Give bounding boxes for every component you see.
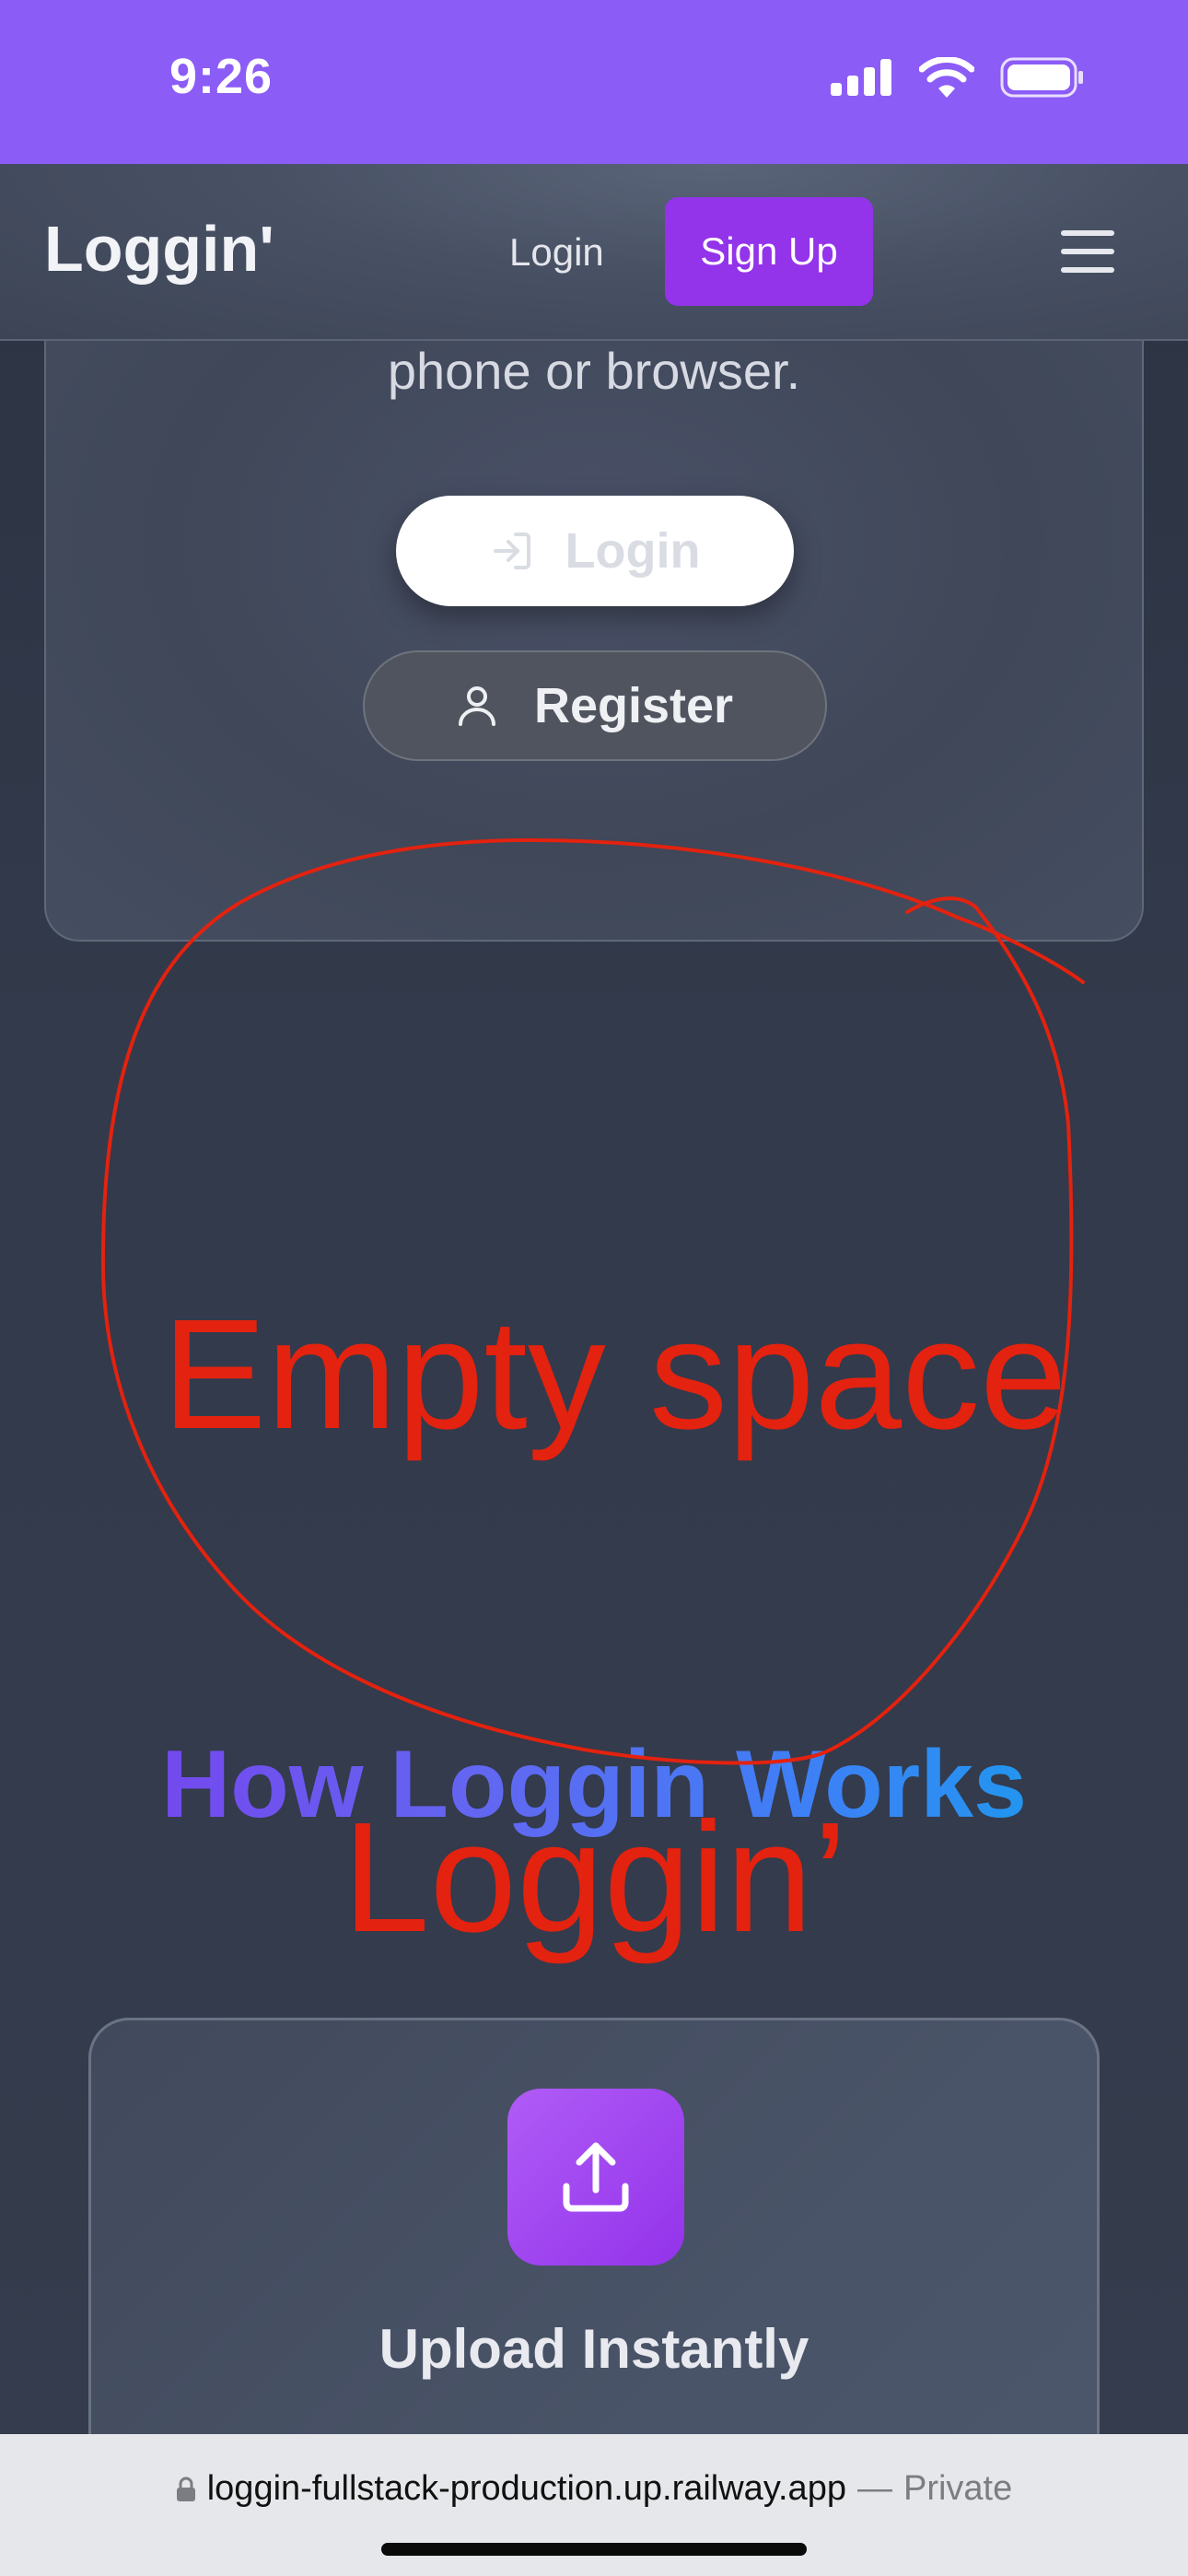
hero-register-label: Register xyxy=(533,678,734,733)
url-row[interactable]: loggin-fullstack-production.up.railway.a… xyxy=(0,2469,1188,2509)
hero-register-button[interactable]: Register xyxy=(363,650,827,761)
nav-login-link[interactable]: Login xyxy=(509,230,604,275)
hero-card: phone or browser. Login Register xyxy=(44,276,1144,942)
hero-login-button[interactable]: Login xyxy=(396,496,794,606)
signal-icon xyxy=(831,59,891,96)
hamburger-icon[interactable] xyxy=(1061,230,1114,273)
user-icon xyxy=(458,686,495,726)
top-navbar: Loggin' Login Sign Up xyxy=(0,164,1188,341)
status-time: 9:26 xyxy=(169,49,274,104)
upload-icon xyxy=(563,2142,629,2212)
url-text: loggin-fullstack-production.up.railway.a… xyxy=(206,2469,846,2508)
browser-url-bar[interactable]: loggin-fullstack-production.up.railway.a… xyxy=(0,2434,1188,2576)
hero-text: phone or browser. xyxy=(387,342,801,400)
battery-icon xyxy=(1000,57,1083,98)
feature-title: Upload Instantly xyxy=(379,2318,809,2380)
home-indicator[interactable] xyxy=(381,2543,807,2556)
status-icons xyxy=(831,57,1085,98)
page: 9:26 phone or browser. Login Register Lo… xyxy=(0,0,1188,2576)
lock-icon xyxy=(176,2476,195,2501)
wifi-icon xyxy=(919,57,974,98)
url-separator: — xyxy=(856,2469,892,2508)
annotation-empty-space: Empty space xyxy=(162,1287,1067,1462)
private-label: Private xyxy=(903,2469,1013,2508)
status-bar: 9:26 xyxy=(0,0,1188,164)
brand-logo[interactable]: Loggin' xyxy=(44,212,274,286)
hero-login-label: Login xyxy=(565,523,701,579)
feature-icon-tile xyxy=(507,2089,684,2266)
login-arrow-icon xyxy=(493,533,530,569)
nav-signup-button[interactable]: Sign Up xyxy=(665,197,873,306)
section-title: How Loggin Works xyxy=(0,1730,1188,1840)
